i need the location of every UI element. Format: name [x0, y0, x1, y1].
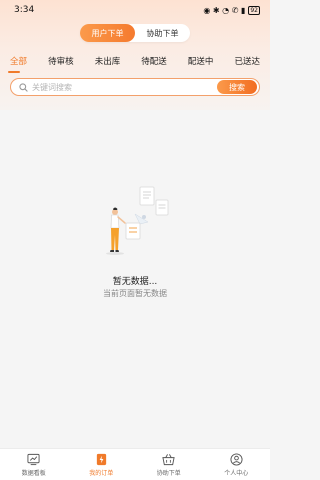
search-icon: [19, 82, 28, 92]
basket-icon: [162, 453, 175, 465]
nav-label-profile: 个人中心: [224, 469, 249, 477]
toggle-user-order[interactable]: 用户下单: [80, 24, 135, 42]
search-bar: 搜索: [10, 78, 260, 96]
tab-awaiting-delivery[interactable]: 待配送: [139, 55, 169, 73]
tab-in-delivery[interactable]: 配送中: [186, 55, 216, 73]
active-tab-indicator: [8, 71, 20, 73]
empty-state-title: 暂无数据...: [112, 277, 158, 287]
tab-delivered[interactable]: 已送达: [232, 55, 262, 73]
nav-item-dashboard[interactable]: 数据看板: [0, 449, 68, 480]
status-indicator-icons: ◉ ✱ ◔ ✆ ▮: [203, 5, 246, 15]
status-icons: ◉ ✱ ◔ ✆ ▮ 92: [203, 5, 260, 15]
nav-item-my-orders[interactable]: 我的订单: [68, 449, 136, 480]
order-status-tabs: 全部 待审核 未出库 待配送 配送中 已送达: [0, 55, 270, 73]
nav-label-assist-order: 协助下单: [156, 469, 181, 477]
nav-item-profile[interactable]: 个人中心: [203, 449, 271, 480]
status-time: 3:34: [14, 5, 35, 15]
tab-pending-review[interactable]: 待审核: [46, 55, 76, 73]
empty-state-subtitle: 当前页面暂无数据: [103, 289, 167, 298]
bottom-navigation: 数据看板 我的订单 协助下单 个人中心: [0, 448, 270, 480]
user-icon: [230, 452, 243, 466]
order-icon: [96, 453, 106, 465]
status-bar: 3:34 ◉ ✱ ◔ ✆ ▮ 92: [0, 0, 270, 20]
nav-label-dashboard: 数据看板: [21, 469, 46, 477]
nav-label-my-orders: 我的订单: [89, 469, 114, 477]
order-type-toggle: 用户下单 协助下单: [80, 24, 190, 42]
tab-not-shipped[interactable]: 未出库: [93, 55, 123, 73]
empty-state-illustration: [106, 186, 169, 255]
battery-icon: 92: [248, 5, 260, 15]
search-button[interactable]: 搜索: [217, 80, 257, 94]
nav-item-assist-order[interactable]: 协助下单: [135, 449, 203, 480]
dashboard-icon: [27, 453, 40, 465]
toggle-assist-order[interactable]: 协助下单: [135, 24, 190, 42]
